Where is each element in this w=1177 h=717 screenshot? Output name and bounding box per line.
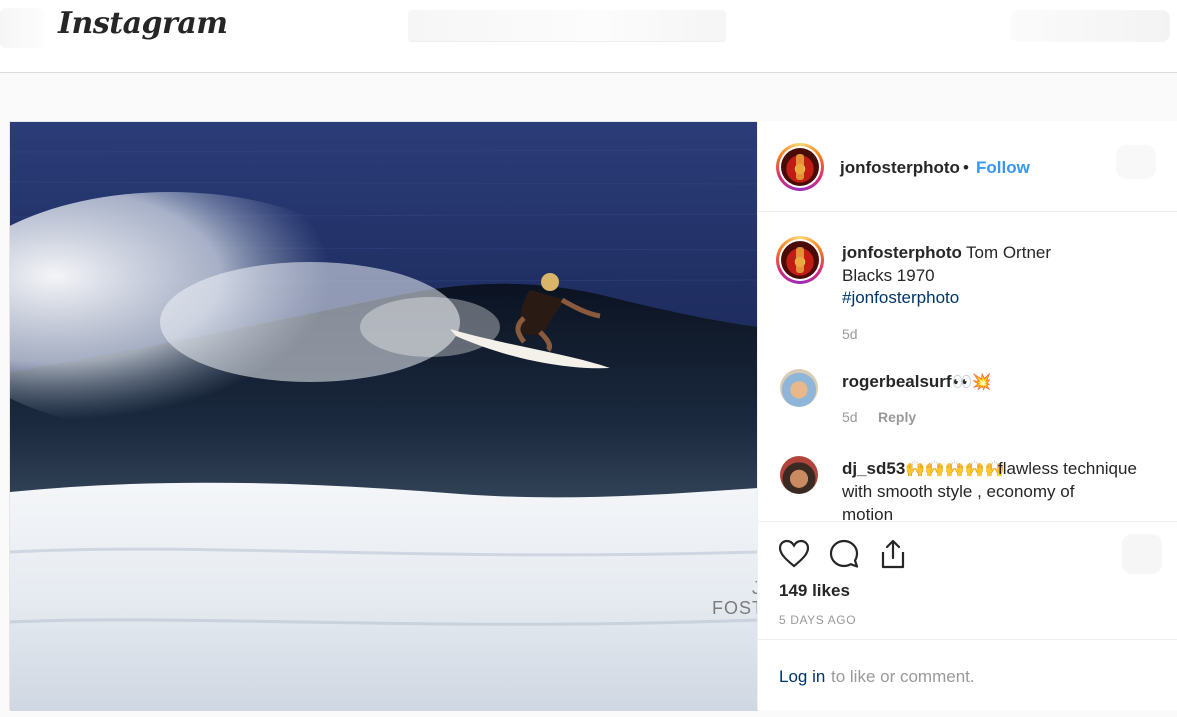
- comment-icon[interactable]: [828, 538, 860, 570]
- instagram-logo[interactable]: Instagram: [58, 6, 228, 41]
- login-prompt: Log in to like or comment.: [758, 639, 1177, 710]
- post-photo: [10, 122, 758, 711]
- caption-text-line-1: Tom Ortner: [966, 243, 1052, 262]
- heart-icon[interactable]: [778, 538, 810, 570]
- comments-section[interactable]: jonfosterphoto Tom Ortner Blacks 1970 #j…: [758, 212, 1177, 521]
- comment-text-part-2: with smooth style , economy of: [842, 482, 1075, 501]
- comment-username[interactable]: rogerbealsurf: [842, 372, 952, 392]
- comment-emoji: 👀💥: [952, 374, 992, 391]
- surf-photo-illustration: [10, 122, 758, 711]
- likes-count[interactable]: 149 likes: [779, 581, 850, 601]
- commenter-avatar[interactable]: [780, 456, 818, 494]
- separator-dot: •: [963, 158, 969, 177]
- author-username[interactable]: jonfosterphoto: [840, 158, 960, 178]
- caption-text-line-2: Blacks 1970: [842, 266, 935, 285]
- caption-username[interactable]: jonfosterphoto: [842, 243, 962, 263]
- more-options-blurred[interactable]: [1116, 145, 1156, 179]
- comment-time[interactable]: 5d: [842, 409, 858, 425]
- search-box-blurred[interactable]: [408, 10, 726, 42]
- comment-text-part-3: motion: [842, 505, 894, 521]
- commenter-avatar[interactable]: [780, 369, 818, 407]
- post-timestamp[interactable]: 5 DAYS AGO: [779, 613, 856, 627]
- top-navigation-bar: Instagram: [0, 0, 1177, 73]
- post-header: jonfosterphoto • Follow: [758, 121, 1177, 212]
- post-actions: 149 likes 5 DAYS AGO: [758, 521, 1177, 639]
- blurred-nav-element: [0, 8, 44, 48]
- post-side-panel: jonfosterphoto • Follow jonfosterphoto T…: [757, 121, 1177, 710]
- caption-author-avatar[interactable]: [776, 236, 824, 284]
- caption-time[interactable]: 5d: [842, 326, 858, 342]
- nav-actions-blurred[interactable]: [1010, 10, 1170, 42]
- bookmark-icon[interactable]: [1122, 534, 1162, 574]
- comment-emoji: 🙌🙌🙌🙌🙌: [905, 461, 1005, 478]
- share-icon[interactable]: [877, 538, 909, 570]
- caption-hashtag[interactable]: #jonfosterphoto: [842, 288, 959, 308]
- login-link[interactable]: Log in: [779, 667, 825, 687]
- author-avatar[interactable]: [776, 143, 824, 191]
- reply-button[interactable]: Reply: [878, 409, 916, 425]
- login-prompt-text: to like or comment.: [831, 667, 975, 686]
- follow-button[interactable]: Follow: [976, 158, 1030, 178]
- comment-username[interactable]: dj_sd53: [842, 459, 905, 479]
- comment-text-part-1: flawless technique: [998, 459, 1137, 478]
